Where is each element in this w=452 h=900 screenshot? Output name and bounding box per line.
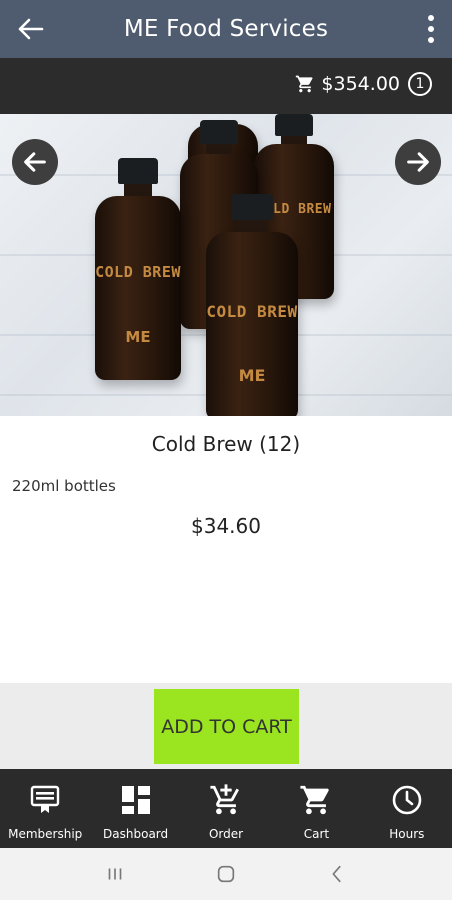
- home-button[interactable]: [206, 859, 246, 889]
- product-description: 220ml bottles: [12, 477, 116, 495]
- recent-apps-icon: [109, 868, 122, 880]
- product-price: $34.60: [191, 514, 261, 538]
- membership-icon: [31, 785, 60, 813]
- product-name: Cold Brew (12): [151, 432, 301, 456]
- nav-label-dashboard: Dashboard: [103, 827, 169, 841]
- nav-item-membership[interactable]: Membership: [0, 769, 90, 848]
- bottle-image: COLD BREW ME: [95, 158, 181, 380]
- app-bar: ME Food Services: [0, 0, 452, 58]
- chevron-left-icon: [332, 865, 341, 883]
- nav-label-hours: Hours: [389, 827, 425, 841]
- cart-icon: [300, 785, 330, 815]
- nav-item-order[interactable]: Order: [181, 769, 271, 848]
- bottle-logo-text: ME: [238, 366, 266, 385]
- action-area: ADD TO CART: [0, 683, 452, 769]
- back-arrow-icon[interactable]: [14, 13, 46, 45]
- arrow-left-icon: [24, 152, 46, 172]
- cart-icon: [296, 75, 313, 93]
- bottom-navigation: Membership Dashboard Order Cart Hours: [0, 769, 452, 848]
- clock-icon: [392, 785, 422, 815]
- bottle-label-text: COLD BREW: [206, 302, 298, 321]
- cart-summary[interactable]: $354.00 1: [295, 72, 432, 96]
- nav-item-dashboard[interactable]: Dashboard: [90, 769, 180, 848]
- overflow-menu-icon[interactable]: [424, 13, 438, 45]
- add-to-cart-icon: [210, 784, 239, 815]
- recent-apps-button[interactable]: [95, 859, 135, 889]
- system-back-button[interactable]: [317, 859, 357, 889]
- bottle-label-text: COLD BREW: [95, 263, 181, 281]
- cart-count-badge: 1: [408, 72, 432, 96]
- nav-item-cart[interactable]: Cart: [271, 769, 361, 848]
- bottle-image: COLD BREW ME: [206, 194, 298, 416]
- nav-item-hours[interactable]: Hours: [362, 769, 452, 848]
- product-image: COLD BREW COLD BREW ME COLD BREW ME: [0, 114, 452, 416]
- bottle-logo-text: ME: [125, 328, 151, 346]
- nav-label-cart: Cart: [303, 827, 330, 841]
- dashboard-icon: [121, 786, 150, 814]
- home-icon: [217, 865, 235, 883]
- next-image-button[interactable]: [395, 139, 441, 185]
- system-navigation-bar: [0, 848, 452, 900]
- app-title: ME Food Services: [123, 16, 329, 42]
- add-to-cart-button[interactable]: ADD TO CART: [154, 689, 299, 764]
- cart-summary-bar: $354.00 1: [0, 58, 452, 114]
- previous-image-button[interactable]: [12, 139, 58, 185]
- nav-label-order: Order: [208, 827, 244, 841]
- cart-total: $354.00: [321, 73, 400, 95]
- nav-label-membership: Membership: [8, 827, 83, 841]
- arrow-right-icon: [407, 152, 429, 172]
